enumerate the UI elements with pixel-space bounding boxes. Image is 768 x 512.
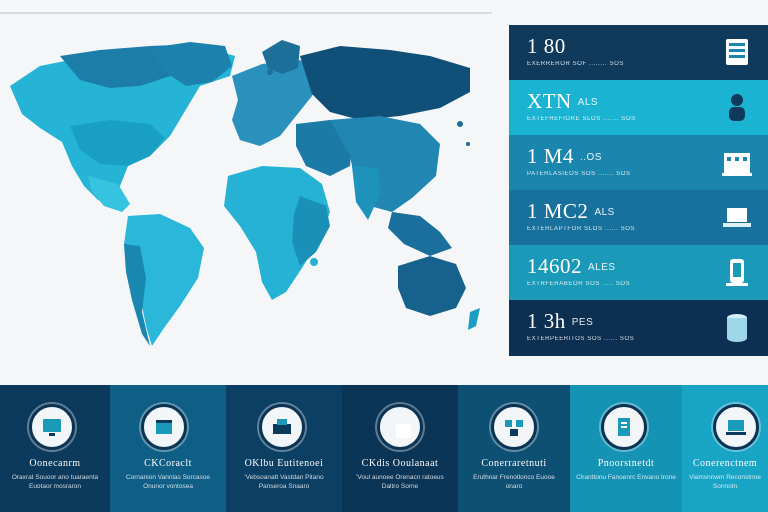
- stat-caption: EXTRFERABEOR SOS ..... SOS: [527, 281, 631, 287]
- category-band: Oonecanrm Oraxrat Souoor ano tuaraenta Eu…: [0, 385, 768, 512]
- laptop-icon: [377, 404, 423, 450]
- network-icon: [491, 404, 537, 450]
- tile-title: CKdis Ooulanaat: [361, 458, 439, 469]
- map-new-zealand: [468, 308, 480, 330]
- world-map-graphic: [10, 40, 480, 346]
- document-icon: [601, 404, 647, 450]
- map-island: [310, 258, 318, 266]
- tile-description: Cornanion Vannlas Sorcasoe Onunor vontos…: [125, 474, 211, 490]
- category-tile[interactable]: CKCoraclt Cornanion Vannlas Sorcasoe Onun…: [110, 385, 226, 512]
- tile-description: Viamsnnwm Reconstnne Sonnotn: [689, 474, 761, 490]
- map-russia: [300, 46, 470, 120]
- stat-row: XTN ALS EXTEFREFIORE SLOS ....... SOS: [509, 80, 768, 136]
- map-india: [352, 166, 380, 220]
- map-africa-east: [292, 196, 330, 266]
- tile-description: Oraxrat Souoor ano tuaraenta Euotaor mos…: [11, 474, 99, 490]
- stat-caption: PATERLASIEOS SOS ....... SOS: [527, 171, 631, 177]
- stat-value: XTN ALS: [527, 89, 599, 113]
- category-tile[interactable]: Conerraretnuti Eruthnar Frenotlonco Euooe…: [458, 385, 570, 512]
- tile-title: Pnoorstnetdt: [597, 458, 655, 469]
- tile-description: 'Vebsoanatt Vastdan Pitano Panseroa Snaa…: [244, 474, 324, 490]
- map-southeast-asia: [388, 212, 452, 256]
- stat-row: 1 M4 ..OS PATERLASIEOS SOS ....... SOS: [509, 135, 768, 191]
- category-tile[interactable]: Oonecanrm Oraxrat Souoor ano tuaraenta Eu…: [0, 385, 110, 512]
- tile-title: Conerenctnem: [692, 458, 758, 469]
- stat-value: 14602 ALES: [527, 254, 616, 278]
- laptop-icon: [720, 200, 754, 234]
- map-island: [466, 142, 470, 146]
- tile-title: OKlbu Eutitenoei: [244, 458, 324, 469]
- person-icon: [720, 90, 754, 124]
- stats-panel: 1 80 EXERREROR SOF ........ SOS XTN ALS EXT…: [509, 25, 768, 356]
- stat-caption: EXTERPEERITOS SOS ...... SOS: [527, 336, 635, 342]
- printer-icon: [259, 404, 305, 450]
- stat-caption: EXTERLAPTFOR SLOS ...... SOS: [527, 226, 636, 232]
- tile-title: CKCoraclt: [144, 458, 192, 469]
- computer-icon: [713, 404, 759, 450]
- server-icon: [720, 35, 754, 69]
- database-icon: [720, 310, 754, 344]
- category-tile[interactable]: CKdis Ooulanaat 'Voul aunoee Orenacn rato…: [342, 385, 458, 512]
- stat-value: 1 M4 ..OS: [527, 144, 602, 168]
- stat-caption: EXTEFREFIORE SLOS ....... SOS: [527, 116, 636, 122]
- phone-icon: [720, 255, 754, 289]
- stat-caption: EXERREROR SOF ........ SOS: [527, 61, 624, 67]
- box-icon: [141, 404, 187, 450]
- category-tile[interactable]: Pnoorstnetdt Clranttonu Fanoenrc Envano t…: [570, 385, 682, 512]
- category-tile[interactable]: OKlbu Eutitenoei 'Vebsoanatt Vastdan Pita…: [226, 385, 342, 512]
- map-island: [267, 69, 273, 75]
- tile-description: Eruthnar Frenotlonco Euooe onaro: [473, 474, 555, 490]
- stat-row: 14602 ALES EXTRFERABEOR SOS ..... SOS: [509, 245, 768, 301]
- stat-row: 1 80 EXERREROR SOF ........ SOS: [509, 25, 768, 81]
- header-divider: [0, 12, 492, 14]
- map-australia: [398, 256, 466, 316]
- tile-description: Clranttonu Fanoenrc Envano trone: [576, 474, 676, 481]
- stat-value: 1 80: [527, 34, 566, 58]
- tile-description: 'Voul aunoee Orenacn ratoeus Daltro Sorn…: [356, 474, 444, 490]
- category-tile[interactable]: Conerenctnem Viamsnnwm Reconstnne Sonnotn: [682, 385, 768, 512]
- stat-value: 1 MC2 ALS: [527, 199, 615, 223]
- building-icon: [720, 145, 754, 179]
- map-island: [457, 121, 463, 127]
- stat-row: 1 MC2 ALS EXTERLAPTFOR SLOS ...... SOS: [509, 190, 768, 246]
- tile-title: Oonecanrm: [29, 458, 81, 469]
- world-map: [0, 16, 500, 380]
- stat-row: 1 3h PES EXTERPEERITOS SOS ...... SOS: [509, 300, 768, 356]
- monitor-icon: [29, 404, 75, 450]
- stat-value: 1 3h PES: [527, 309, 594, 333]
- tile-title: Conerraretnuti: [481, 458, 547, 469]
